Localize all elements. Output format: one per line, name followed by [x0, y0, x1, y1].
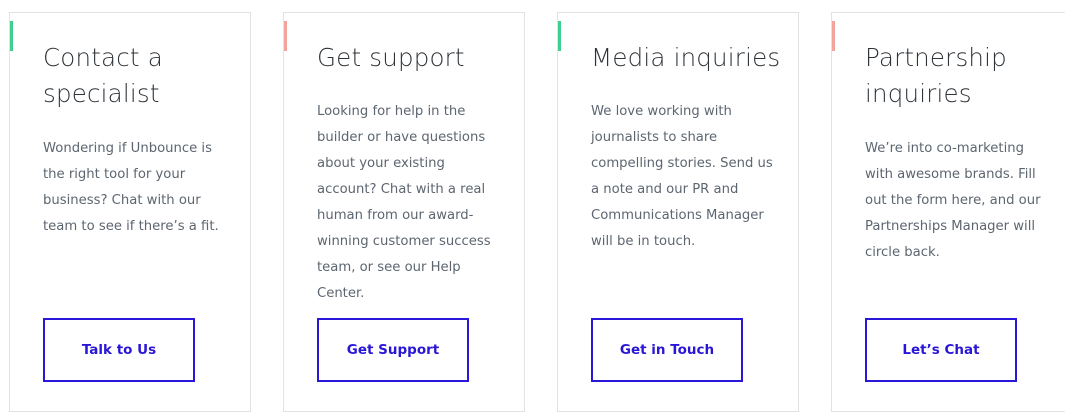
card-accent-bar [558, 21, 561, 51]
card-title: Partnership inquiries [865, 43, 1007, 108]
card-title: Contact a specialist [43, 43, 163, 108]
card-accent-bar [284, 21, 287, 51]
media-inquiries-card: Media inquiries We love working with jou… [557, 12, 799, 412]
contact-specialist-card: Contact a specialist Wondering if Unboun… [9, 12, 251, 412]
card-description: Looking for help in the builder or have … [317, 104, 491, 301]
partnership-inquiries-card: Partnership inquiries We’re into co-mark… [831, 12, 1065, 412]
get-support-card: Get support Looking for help in the buil… [283, 12, 525, 412]
get-support-button[interactable]: Get Support [317, 318, 469, 382]
card-title: Media inquiries [591, 43, 781, 72]
lets-chat-button[interactable]: Let’s Chat [865, 318, 1017, 382]
card-title: Get support [317, 43, 465, 72]
card-description: We’re into co-marketing with awesome bra… [865, 141, 1041, 260]
card-accent-bar [832, 21, 835, 51]
card-description: Wondering if Unbounce is the right tool … [43, 141, 219, 234]
get-in-touch-button[interactable]: Get in Touch [591, 318, 743, 382]
talk-to-us-button[interactable]: Talk to Us [43, 318, 195, 382]
card-description: We love working with journalists to shar… [591, 104, 773, 249]
card-accent-bar [10, 21, 13, 51]
